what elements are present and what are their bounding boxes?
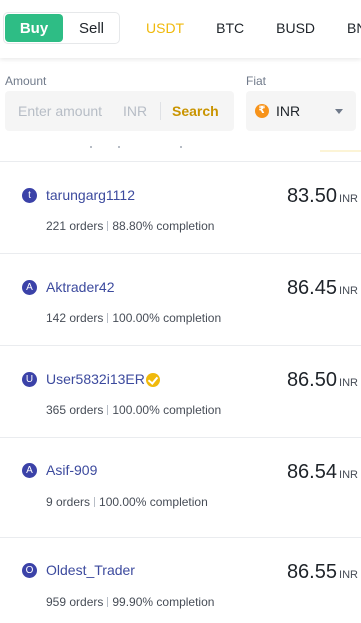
stats-divider	[94, 497, 96, 507]
fiat-label: Fiat	[246, 74, 267, 88]
merchant-name-link[interactable]: tarungarg1112	[46, 187, 135, 203]
tab-bnb[interactable]: BNB	[347, 0, 361, 58]
price: 86.54	[286, 461, 337, 483]
completion-rate: 100.00% completion	[99, 495, 208, 509]
divider-dot	[118, 146, 120, 148]
price-currency: INR	[339, 285, 358, 297]
amount-placeholder: Enter amount	[18, 103, 103, 119]
merchant-name-link[interactable]: User5832i13ER	[46, 371, 145, 387]
buy-button[interactable]: Buy	[5, 14, 63, 42]
caret-down-icon	[335, 109, 343, 114]
avatar: A	[22, 463, 37, 478]
stats-divider	[107, 405, 109, 415]
list-header-remnant	[0, 144, 361, 162]
offer-row[interactable]: t tarungarg1112 221 orders 88.80% comple…	[0, 162, 361, 254]
sell-button[interactable]: Sell	[64, 14, 119, 42]
order-count: 142 orders	[46, 311, 104, 325]
completion-rate: 100.00% completion	[112, 403, 222, 417]
verified-badge-icon	[146, 373, 160, 387]
order-count: 959 orders	[46, 595, 104, 609]
tab-usdt[interactable]: USDT	[146, 0, 184, 58]
stats-divider	[107, 597, 109, 607]
offer-row[interactable]: O Oldest_Trader 959 orders 99.90% comple…	[0, 538, 361, 623]
price: 86.45	[286, 277, 337, 299]
order-count: 221 orders	[46, 219, 104, 233]
price: 83.50	[286, 185, 337, 207]
divider-dot	[90, 146, 92, 148]
header-accent	[320, 150, 361, 152]
amount-currency: INR	[123, 103, 148, 119]
completion-rate: 88.80% completion	[112, 219, 215, 233]
divider-dot	[180, 146, 182, 148]
stats-divider	[107, 313, 109, 323]
amount-label: Amount	[5, 74, 47, 88]
amount-field[interactable]: Enter amount INR Search	[5, 91, 234, 131]
merchant-stats: 142 orders 100.00% completion	[46, 311, 221, 325]
filter-bar: Amount Enter amount INR Search Fiat ₹ IN…	[0, 58, 361, 144]
completion-rate: 100.00% completion	[112, 311, 222, 325]
price-currency: INR	[339, 377, 358, 389]
merchant-name-link[interactable]: Aktrader42	[46, 279, 114, 295]
search-button[interactable]: Search	[172, 91, 219, 131]
avatar: A	[22, 280, 37, 295]
order-count: 365 orders	[46, 403, 104, 417]
offer-row[interactable]: U User5832i13ER 365 orders 100.00% compl…	[0, 346, 361, 438]
price-currency: INR	[339, 193, 358, 205]
price-currency: INR	[339, 469, 358, 481]
merchant-stats: 9 orders 100.00% completion	[46, 495, 208, 509]
merchant-name-link[interactable]: Asif-909	[46, 462, 97, 478]
offer-row[interactable]: A Asif-909 9 orders 100.00% completion 8…	[0, 438, 361, 538]
asset-tabs: USDT BTC BUSD BNB	[146, 0, 361, 58]
merchant-stats: 959 orders 99.90% completion	[46, 595, 214, 609]
rupee-coin-icon: ₹	[255, 104, 269, 118]
avatar: U	[22, 372, 37, 387]
fiat-value: INR	[276, 103, 301, 119]
stats-divider	[107, 221, 109, 231]
merchant-stats: 221 orders 88.80% completion	[46, 219, 214, 233]
price: 86.55	[286, 561, 337, 583]
top-bar: Buy Sell USDT BTC BUSD BNB	[0, 0, 361, 58]
order-count: 9 orders	[46, 495, 91, 509]
price: 86.50	[286, 369, 337, 391]
amount-divider	[160, 102, 161, 120]
offer-row[interactable]: A Aktrader42 142 orders 100.00% completi…	[0, 254, 361, 346]
completion-rate: 99.90% completion	[112, 595, 215, 609]
merchant-name-link[interactable]: Oldest_Trader	[46, 562, 135, 578]
buy-sell-toggle: Buy Sell	[3, 12, 120, 44]
tab-busd[interactable]: BUSD	[276, 0, 315, 58]
merchant-stats: 365 orders 100.00% completion	[46, 403, 221, 417]
fiat-select[interactable]: ₹ INR	[246, 91, 356, 131]
avatar: t	[22, 188, 37, 203]
tab-btc[interactable]: BTC	[216, 0, 244, 58]
price-currency: INR	[339, 569, 358, 581]
avatar: O	[22, 563, 37, 578]
